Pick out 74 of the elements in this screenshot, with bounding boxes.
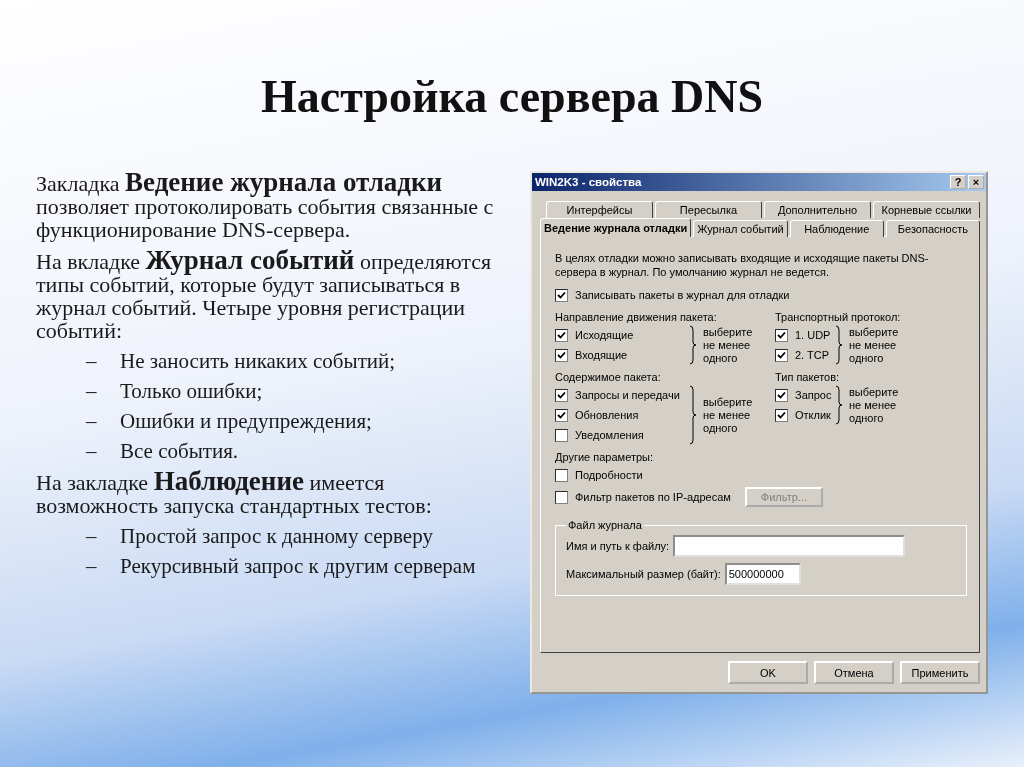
- checkbox[interactable]: [775, 348, 788, 362]
- hint-text: выберите не менее одного: [849, 325, 900, 365]
- checkbox-label[interactable]: Исходящие: [575, 329, 634, 341]
- tab[interactable]: Дополнительно: [764, 201, 871, 218]
- checkbox[interactable]: [775, 328, 788, 342]
- paragraph: На закладке Наблюдение имеется возможность запуска стандартных тестов:: [36, 470, 433, 517]
- tab[interactable]: Наблюдение: [789, 220, 884, 237]
- dialog-button[interactable]: OK: [728, 661, 808, 684]
- checkbox-label[interactable]: 2. TCP: [795, 349, 830, 361]
- checkbox-label[interactable]: Отклик: [795, 409, 831, 421]
- checkmark-icon: [557, 290, 566, 300]
- dialog-button[interactable]: Применить: [900, 661, 980, 684]
- group-label: Содержимое пакета:: [555, 371, 662, 383]
- checkbox[interactable]: [775, 408, 788, 422]
- dialog-button[interactable]: Отмена: [814, 661, 894, 684]
- slide-title: Настройка сервера DNS: [259, 70, 765, 123]
- checkbox-label[interactable]: Запрос: [795, 389, 832, 401]
- checkbox[interactable]: [555, 468, 568, 482]
- bullet-text: Ошибки и предупреждения;: [120, 410, 372, 432]
- bullet-dash: –: [86, 525, 98, 547]
- group-label: Направление движения пакета:: [555, 311, 718, 323]
- field-label: Максимальный размер (байт):: [566, 568, 721, 580]
- checkbox-label[interactable]: Входящие: [575, 349, 628, 361]
- checkbox[interactable]: [555, 408, 568, 422]
- checkbox[interactable]: [775, 388, 788, 402]
- checkbox-label[interactable]: Обновления: [575, 409, 639, 421]
- bullet-text: Рекурсивный запрос к другим серверам: [120, 555, 476, 577]
- brace-icon: [689, 325, 697, 365]
- checkbox[interactable]: [555, 288, 568, 302]
- checkbox[interactable]: [555, 328, 568, 342]
- checkbox-label[interactable]: 1. UDP: [795, 329, 831, 341]
- paragraph: На вкладке Журнал событий определяются типы событий, которые будут записываться в журнал событий. Четыре уровня регистрации событий:: [36, 249, 493, 342]
- checkbox-label[interactable]: Фильтр пакетов по IP-адресам: [575, 491, 731, 503]
- checkbox-label[interactable]: Записывать пакеты в журнал для отладки: [575, 289, 790, 301]
- bullet-text: Все события.: [120, 440, 239, 462]
- hint-text: выберите не менее одного: [703, 395, 754, 435]
- window-title: WIN2K3 - свойства: [535, 176, 643, 188]
- input-field[interactable]: [673, 535, 906, 557]
- brace-icon: [835, 325, 843, 365]
- intro-text: В целях отладки можно записывать входящие и исходящие пакеты DNS-сервера в журнал. По умолчанию журнал не ведется.: [555, 251, 930, 279]
- bullet-text: Простой запрос к данному серверу: [120, 525, 433, 547]
- bullet-dash: –: [86, 440, 98, 462]
- bullet-text: Не заносить никаких событий;: [120, 350, 396, 372]
- checkbox[interactable]: [555, 490, 568, 504]
- input-field[interactable]: 500000000: [724, 563, 801, 585]
- bullet-dash: –: [86, 555, 98, 577]
- tab[interactable]: Корневые ссылки: [873, 201, 980, 218]
- group-label: Другие параметры:: [555, 451, 655, 463]
- checkbox[interactable]: [555, 348, 568, 362]
- checkbox-label[interactable]: Запросы и передачи: [575, 389, 680, 401]
- group-label: Тип пакетов:: [775, 371, 841, 383]
- hint-text: выберите не менее одного: [703, 325, 754, 365]
- tab[interactable]: Интерфейсы: [546, 201, 653, 218]
- checkbox-label[interactable]: Уведомления: [575, 429, 644, 441]
- paragraph: Закладка Ведение журнала отладки позволяет протоколировать события связанные с функционирование DNS-сервера.: [36, 171, 495, 241]
- brace-icon: [689, 385, 697, 445]
- brace-icon: [835, 385, 843, 425]
- bullet-dash: –: [86, 350, 98, 372]
- checkbox[interactable]: [555, 388, 568, 402]
- checkbox[interactable]: [555, 428, 568, 442]
- tab[interactable]: Ведение журнала отладки: [540, 218, 692, 237]
- hint-text: выберите не менее одного: [849, 385, 900, 425]
- bullet-dash: –: [86, 410, 98, 432]
- tab[interactable]: Журнал событий: [693, 220, 788, 237]
- field-label: Имя и путь к файлу:: [566, 540, 670, 552]
- tab[interactable]: Пересылка: [655, 201, 762, 218]
- bullet-text: Только ошибки;: [120, 380, 263, 402]
- group-legend: Файл журнала: [566, 519, 644, 531]
- checkbox-label[interactable]: Подробности: [575, 469, 643, 481]
- help-button[interactable]: ?: [950, 175, 966, 189]
- bullet-dash: –: [86, 380, 98, 402]
- tab[interactable]: Безопасность: [885, 220, 980, 237]
- close-button[interactable]: ×: [968, 175, 984, 189]
- group-label: Транспортный протокол:: [775, 311, 902, 323]
